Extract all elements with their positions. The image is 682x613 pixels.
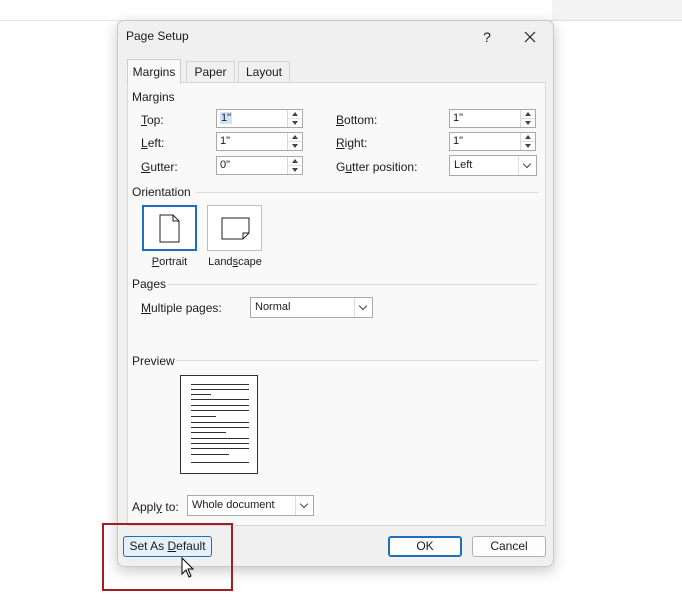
right-spin-up-icon[interactable] (521, 133, 535, 142)
tab-layout[interactable]: Layout (238, 61, 290, 83)
gutter-position-label: Gutter position: (336, 160, 418, 174)
gutter-spin-down-icon[interactable] (288, 166, 302, 174)
preview-line (191, 432, 226, 433)
left-spin-down-icon[interactable] (288, 142, 302, 150)
chevron-down-icon (295, 496, 313, 515)
gutter-label: Gutter: (141, 160, 178, 174)
background-toolbar (552, 0, 682, 21)
margins-section-label: Margins (132, 90, 175, 104)
right-label: Right: (336, 136, 368, 150)
orientation-divider (196, 192, 538, 193)
mouse-pointer-icon (181, 557, 195, 578)
close-icon (524, 31, 536, 43)
top-margin-value: 1" (220, 112, 233, 124)
top-spin-down-icon[interactable] (288, 119, 302, 127)
dialog-titlebar: Page Setup ? (118, 21, 553, 53)
tab-layout-label: Layout (245, 65, 283, 79)
left-spin-up-icon[interactable] (288, 133, 302, 142)
chevron-down-icon (354, 298, 372, 317)
landscape-button[interactable] (207, 205, 262, 251)
orientation-section-label: Orientation (132, 185, 191, 199)
top-spin-up-icon[interactable] (288, 110, 302, 119)
bottom-spin-down-icon[interactable] (521, 119, 535, 127)
landscape-label: Landscape (208, 256, 262, 268)
page-setup-dialog: Page Setup ? Margins Paper Layout (117, 20, 554, 567)
highlight-box (102, 523, 233, 591)
bottom-spin-up-icon[interactable] (521, 110, 535, 119)
preview-line (191, 410, 249, 411)
right-spin-down-icon[interactable] (521, 142, 535, 150)
preview-line (191, 416, 216, 417)
bottom-label: Bottom: (336, 113, 378, 127)
ok-button[interactable]: OK (388, 536, 462, 557)
apply-to-label: Apply to: (132, 500, 179, 514)
help-button[interactable]: ? (473, 25, 501, 49)
chevron-down-icon (518, 156, 536, 175)
preview-line (191, 454, 229, 455)
preview-divider (176, 360, 538, 361)
top-margin-input[interactable]: 1" (216, 109, 303, 128)
tab-margins[interactable]: Margins (127, 59, 181, 84)
right-margin-input[interactable]: 1" (449, 132, 536, 151)
tab-paper[interactable]: Paper (186, 61, 235, 83)
preview-line (191, 394, 211, 395)
preview-line (191, 384, 249, 385)
pages-section-label: Pages (132, 277, 167, 291)
gutter-input[interactable]: 0" (216, 156, 303, 175)
bottom-margin-value: 1" (453, 112, 464, 124)
preview-line (191, 438, 249, 439)
preview-line (191, 422, 249, 423)
help-icon: ? (483, 29, 491, 45)
portrait-button[interactable] (142, 205, 197, 251)
tab-margins-label: Margins (132, 65, 176, 79)
preview-line (191, 448, 249, 449)
right-margin-value: 1" (453, 135, 464, 147)
gutter-position-value: Left (454, 159, 473, 171)
dialog-title: Page Setup (126, 29, 189, 43)
multiple-pages-select[interactable]: Normal (250, 297, 373, 318)
portrait-page-icon (159, 214, 180, 243)
apply-to-value: Whole document (192, 499, 275, 511)
bottom-margin-input[interactable]: 1" (449, 109, 536, 128)
multiple-pages-value: Normal (255, 301, 291, 313)
left-margin-input[interactable]: 1" (216, 132, 303, 151)
portrait-label: Portrait (151, 256, 188, 268)
pages-divider (168, 284, 538, 285)
close-button[interactable] (516, 25, 544, 49)
preview-line (191, 462, 249, 463)
preview-line (191, 389, 249, 390)
cancel-button[interactable]: Cancel (472, 536, 546, 557)
apply-to-select[interactable]: Whole document (187, 495, 314, 516)
landscape-page-icon (221, 217, 250, 240)
top-label: Top: (141, 113, 164, 127)
left-label: Left: (141, 136, 165, 150)
left-margin-value: 1" (220, 135, 231, 147)
gutter-spin-up-icon[interactable] (288, 157, 302, 166)
preview-line (191, 399, 249, 400)
preview-line (191, 427, 249, 428)
preview-line (191, 443, 249, 444)
tab-paper-label: Paper (194, 65, 227, 79)
preview-page-thumbnail (180, 375, 258, 474)
multiple-pages-label: Multiple pages: (141, 301, 222, 315)
preview-section-label: Preview (132, 354, 175, 368)
gutter-position-select[interactable]: Left (449, 155, 537, 176)
gutter-value: 0" (220, 159, 231, 171)
preview-line (191, 405, 249, 406)
